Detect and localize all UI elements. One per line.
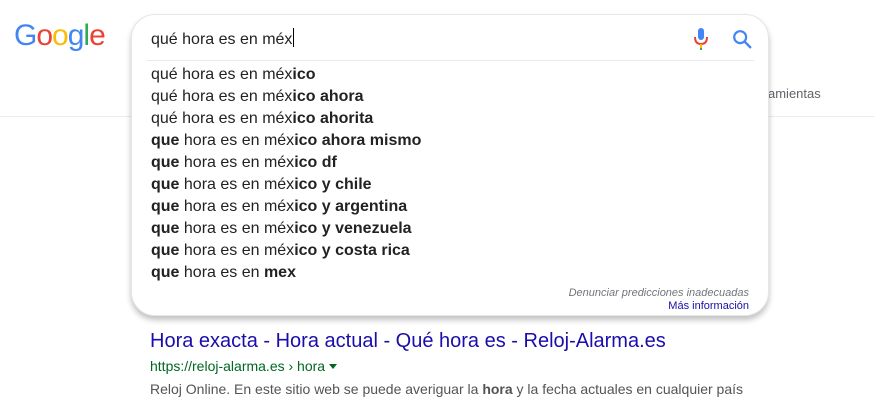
suggestion-prefix: hora es en bbox=[179, 264, 264, 281]
suggestion-divider bbox=[146, 60, 754, 61]
suggestion-item[interactable]: qué hora es en méxico bbox=[132, 64, 768, 86]
suggestion-prefix: qué hora es en méx bbox=[151, 110, 293, 127]
suggestion-completion: que bbox=[151, 176, 180, 193]
url-dropdown-arrow-icon[interactable] bbox=[329, 364, 338, 369]
suggestion-completion: que bbox=[151, 154, 180, 171]
search-input[interactable]: qué hora es en méx bbox=[151, 28, 295, 49]
suggestion-completion: ico ahora bbox=[292, 88, 364, 105]
suggestion-prefix: hora es en méx bbox=[179, 242, 295, 259]
search-query-text: qué hora es en méx bbox=[151, 31, 293, 48]
suggestion-list: qué hora es en méxico qué hora es en méxi… bbox=[132, 64, 768, 284]
result-title-link[interactable]: Hora exacta - Hora actual - Qué hora es … bbox=[150, 328, 743, 354]
result-snippet: Reloj Online. En este sitio web se puede… bbox=[150, 379, 743, 399]
suggestion-prefix: qué hora es en méx bbox=[151, 66, 293, 83]
suggestion-completion: ico ahora mismo bbox=[294, 132, 422, 149]
search-box: qué hora es en méx qué hora es en méxico… bbox=[131, 14, 769, 316]
suggestion-item[interactable]: que hora es en méxico ahora mismo bbox=[132, 130, 768, 152]
suggestion-completion: que bbox=[151, 242, 180, 259]
suggestion-item[interactable]: que hora es en méxico y chile bbox=[132, 174, 768, 196]
query-row: qué hora es en méx bbox=[132, 15, 768, 61]
report-predictions-link[interactable]: Denunciar predicciones inadecuadas bbox=[569, 287, 749, 300]
snippet-text: y la fecha actuales en cualquier país bbox=[512, 381, 744, 397]
more-info-link[interactable]: Más información bbox=[569, 300, 749, 313]
suggestion-item[interactable]: que hora es en méxico y costa rica bbox=[132, 240, 768, 262]
tools-tab[interactable]: amientas bbox=[768, 86, 821, 101]
suggestion-footer: Denunciar predicciones inadecuadas Más i… bbox=[569, 287, 749, 313]
result-url-text: https://reloj-alarma.es › hora bbox=[150, 358, 326, 374]
suggestion-completion: que bbox=[151, 220, 180, 237]
snippet-text: Reloj Online. En este sitio web se puede… bbox=[150, 381, 483, 397]
suggestion-prefix: hora es en méx bbox=[179, 132, 295, 149]
suggestion-item[interactable]: que hora es en méxico y argentina bbox=[132, 196, 768, 218]
suggestion-completion: ico y costa rica bbox=[294, 242, 410, 259]
suggestion-completion: ico y venezuela bbox=[294, 220, 412, 237]
logo-letter: e bbox=[89, 19, 106, 52]
text-caret bbox=[293, 28, 295, 47]
suggestion-item[interactable]: que hora es en mex bbox=[132, 262, 768, 284]
google-logo[interactable]: Google bbox=[14, 19, 106, 53]
suggestion-prefix: hora es en méx bbox=[179, 176, 295, 193]
suggestion-prefix: hora es en méx bbox=[179, 154, 295, 171]
logo-letter: g bbox=[67, 19, 85, 52]
suggestion-prefix: hora es en méx bbox=[179, 198, 295, 215]
suggestion-completion: que bbox=[151, 264, 180, 281]
suggestion-completion: ico y chile bbox=[294, 176, 372, 193]
snippet-highlight: hora bbox=[482, 381, 513, 397]
suggestion-completion: ico y argentina bbox=[294, 198, 408, 215]
suggestion-item[interactable]: qué hora es en méxico ahorita bbox=[132, 108, 768, 130]
suggestion-prefix: hora es en méx bbox=[179, 220, 295, 237]
result-url: https://reloj-alarma.es › hora bbox=[150, 356, 743, 376]
suggestion-item[interactable]: que hora es en méxico df bbox=[132, 152, 768, 174]
suggestion-completion: que bbox=[151, 198, 180, 215]
logo-letter: G bbox=[14, 19, 37, 52]
suggestion-prefix: qué hora es en méx bbox=[151, 88, 293, 105]
microphone-icon[interactable] bbox=[693, 27, 709, 51]
logo-letter: o bbox=[36, 19, 53, 52]
suggestion-item[interactable]: qué hora es en méxico ahora bbox=[132, 86, 768, 108]
suggestion-completion: que bbox=[151, 132, 180, 149]
suggestion-item[interactable]: que hora es en méxico y venezuela bbox=[132, 218, 768, 240]
suggestion-completion: ico ahorita bbox=[292, 110, 374, 127]
magnifier-icon[interactable] bbox=[731, 28, 753, 50]
suggestion-completion: ico df bbox=[294, 154, 337, 171]
suggestion-completion: ico bbox=[292, 66, 316, 83]
search-result: Hora exacta - Hora actual - Qué hora es … bbox=[150, 328, 743, 399]
logo-letter: o bbox=[52, 19, 69, 52]
suggestion-completion: mex bbox=[263, 264, 296, 281]
